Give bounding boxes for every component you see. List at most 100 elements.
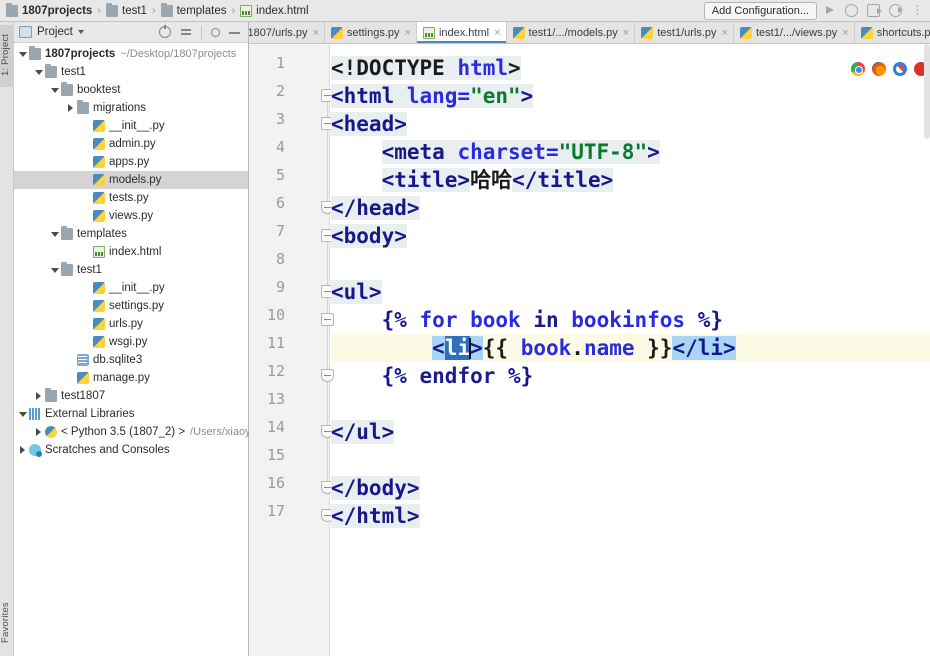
vertical-scrollbar[interactable]	[924, 44, 930, 139]
python-file-icon	[93, 120, 105, 132]
tree-node-tests-py[interactable]: tests.py	[14, 189, 248, 207]
chevron-down-icon[interactable]	[77, 30, 84, 34]
editor-tab-label: shortcuts.py	[876, 26, 930, 39]
chrome-icon[interactable]	[851, 62, 865, 76]
code-line[interactable]: </html>	[331, 502, 930, 530]
tree-node-scratches-and-consoles[interactable]: Scratches and Consoles	[14, 441, 248, 459]
project-panel-title: Project	[37, 26, 73, 38]
tree-node-1807projects[interactable]: 1807projects ~/Desktop/1807projects	[14, 45, 248, 63]
breadcrumb-item-1807projects[interactable]: 1807projects	[6, 2, 92, 17]
code-line[interactable]: <!DOCTYPE html>	[331, 54, 930, 82]
code-line[interactable]: </body>	[331, 474, 930, 502]
code-line[interactable]: {% for book in bookinfos %}	[331, 306, 930, 334]
code-line[interactable]: <html lang="en">	[331, 82, 930, 110]
chevron-down-icon[interactable]	[18, 410, 27, 419]
editor-tab-test1-urls-py[interactable]: test1/urls.py ×	[635, 22, 734, 43]
code-line[interactable]: <body>	[331, 222, 930, 250]
tree-node-apps-py[interactable]: apps.py	[14, 153, 248, 171]
debug-icon[interactable]	[845, 4, 858, 17]
tree-node-booktest[interactable]: booktest	[14, 81, 248, 99]
editor-tab-settings-py[interactable]: settings.py ×	[324, 22, 417, 43]
code-line[interactable]	[331, 250, 930, 278]
code-line[interactable]: {% endfor %}	[331, 362, 930, 390]
tree-node--python-3-5-1807-2-[interactable]: < Python 3.5 (1807_2) >/Users/xiaoyuan	[14, 423, 269, 441]
close-icon[interactable]: ×	[623, 27, 629, 39]
folder-icon	[45, 64, 57, 78]
editor-tab-test1-views-py[interactable]: test1/.../views.py ×	[733, 22, 855, 43]
tree-node-label: migrations	[93, 102, 147, 114]
gear-icon[interactable]	[211, 28, 220, 37]
locate-target-icon[interactable]	[159, 25, 171, 38]
close-icon[interactable]: ×	[494, 27, 500, 39]
project-icon	[19, 26, 32, 38]
code-line[interactable]	[331, 446, 930, 474]
run-coverage-icon[interactable]	[867, 4, 882, 17]
chevron-right-icon[interactable]	[66, 103, 75, 113]
tree-node-test1807[interactable]: test1807	[14, 387, 248, 405]
safari-icon[interactable]	[893, 62, 907, 76]
tree-node--init-py[interactable]: __init__.py	[14, 279, 248, 297]
more-icon[interactable]: ⋮	[911, 4, 924, 17]
editor-tab-shortcuts-py[interactable]: shortcuts.py×	[854, 22, 930, 43]
tree-node-models-py[interactable]: models.py	[14, 171, 248, 189]
editor-tab-index-html[interactable]: index.html ×	[416, 22, 507, 43]
breadcrumb-item-templates[interactable]: templates	[160, 2, 227, 17]
run-icon[interactable]	[823, 4, 836, 17]
close-icon[interactable]: ×	[842, 27, 848, 39]
collapse-all-icon[interactable]	[180, 26, 192, 38]
breadcrumb-label: templates	[176, 4, 227, 17]
line-number: 11	[266, 334, 285, 352]
chevron-down-icon[interactable]	[50, 266, 59, 275]
code-editor[interactable]: 1 2 3 4 5 6 7 8 9 10 11 12 13 14 15 16 17 <!DOCTYPE html…	[249, 44, 930, 656]
sidebar-tab-project[interactable]: 1: Project	[0, 25, 14, 87]
tree-node-manage-py[interactable]: manage.py	[14, 369, 248, 387]
profile-icon[interactable]	[889, 4, 903, 17]
tree-node-db-sqlite3[interactable]: db.sqlite3	[14, 351, 248, 369]
chevron-down-icon[interactable]	[18, 50, 27, 59]
tree-node-views-py[interactable]: views.py	[14, 207, 248, 225]
close-icon[interactable]: ×	[405, 27, 411, 39]
breadcrumb-item-test1[interactable]: test1	[106, 2, 147, 17]
editor-gutter[interactable]: 1 2 3 4 5 6 7 8 9 10 11 12 13 14 15 16 17	[249, 44, 334, 656]
tree-node-urls-py[interactable]: urls.py	[14, 315, 248, 333]
breadcrumb-label: test1	[122, 4, 147, 17]
firefox-icon[interactable]	[872, 62, 886, 76]
tree-node-wsgi-py[interactable]: wsgi.py	[14, 333, 248, 351]
line-number: 8	[275, 250, 285, 268]
chevron-right-icon[interactable]	[18, 445, 27, 455]
code-line[interactable]: </ul>	[331, 418, 930, 446]
editor-tab-test1-models-py[interactable]: test1/.../models.py ×	[506, 22, 636, 43]
breadcrumb-separator: ›	[97, 4, 101, 17]
tree-node-templates[interactable]: templates	[14, 225, 248, 243]
code-line[interactable]: <title>哈哈</title>	[331, 166, 930, 194]
tree-node-migrations[interactable]: migrations	[14, 99, 248, 117]
code-line[interactable]: <meta charset="UTF-8">	[331, 138, 930, 166]
close-icon[interactable]: ×	[312, 27, 318, 39]
chevron-down-icon[interactable]	[34, 68, 43, 77]
tree-node--init-py[interactable]: __init__.py	[14, 117, 248, 135]
line-number: 4	[275, 138, 285, 156]
chevron-down-icon[interactable]	[50, 86, 59, 95]
editor-tab-st1807-urls-py[interactable]: st1807/urls.py ×	[249, 22, 325, 43]
tree-node-test1[interactable]: test1	[14, 261, 248, 279]
tree-node-external-libraries[interactable]: External Libraries	[14, 405, 248, 423]
code-line[interactable]: <ul>	[331, 278, 930, 306]
tree-node-admin-py[interactable]: admin.py	[14, 135, 248, 153]
tree-node-test1[interactable]: test1	[14, 63, 248, 81]
code-line[interactable]: <li>{{ book.name }}</li>	[331, 334, 930, 362]
tree-node-settings-py[interactable]: settings.py	[14, 297, 248, 315]
minimize-icon[interactable]	[229, 26, 241, 38]
code-line[interactable]: <head>	[331, 110, 930, 138]
add-configuration-button[interactable]: Add Configuration...	[703, 1, 817, 20]
folder-icon	[61, 262, 73, 276]
breadcrumb-item-index-html[interactable]: index.html	[240, 4, 309, 17]
chevron-down-icon[interactable]	[50, 230, 59, 239]
code-line[interactable]	[331, 390, 930, 418]
close-icon[interactable]: ×	[722, 27, 728, 39]
chevron-right-icon[interactable]	[34, 391, 43, 401]
chevron-right-icon[interactable]	[34, 427, 43, 437]
code-line[interactable]: </head>	[331, 194, 930, 222]
sidebar-tab-favorites[interactable]: Favorites	[0, 594, 14, 652]
tree-node-index-html[interactable]: index.html	[14, 243, 248, 261]
